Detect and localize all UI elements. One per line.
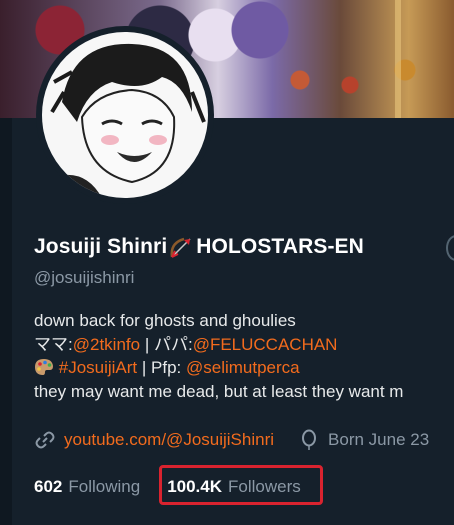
- mention-link-feluccachan[interactable]: @FELUCCACHAN: [193, 335, 338, 354]
- profile-bio: down back for ghosts and ghoulies ママ:@2t…: [34, 309, 454, 403]
- bio-mama-label: ママ:: [34, 334, 73, 354]
- banner-decoration: [395, 0, 401, 118]
- bio-papa-label: | パパ:: [140, 334, 193, 354]
- link-icon: [34, 429, 56, 451]
- display-name-suffix: HOLOSTARS-EN: [196, 235, 364, 258]
- bow-and-arrow-icon: [168, 235, 194, 259]
- website-link[interactable]: youtube.com/@JosuijiShinri: [64, 430, 274, 450]
- display-name-row: Josuiji Shinri HOLOSTARS-EN: [34, 232, 454, 262]
- following-label[interactable]: Following: [68, 477, 140, 497]
- followers-highlight-box: [159, 465, 323, 505]
- sidebar-edge: [0, 118, 12, 525]
- profile-handle: @josuijishinri: [34, 268, 135, 287]
- following-count[interactable]: 602: [34, 477, 62, 497]
- avatar-illustration: [42, 43, 208, 198]
- balloon-icon: [298, 429, 320, 451]
- avatar[interactable]: [42, 32, 208, 198]
- bio-line-2: ママ:@2tkinfo | パパ:@FELUCCACHAN: [34, 333, 454, 357]
- artist-palette-icon: [34, 358, 54, 376]
- hashtag-link-josuijiart[interactable]: #JosuijiArt: [59, 358, 137, 377]
- bio-line-3: #JosuijiArt | Pfp: @selimutperca: [34, 356, 454, 380]
- bio-line-1: down back for ghosts and ghoulies: [34, 311, 296, 330]
- display-name: Josuiji Shinri: [34, 235, 168, 258]
- bio-line-4: they may want me dead, but at least they…: [34, 381, 404, 401]
- bio-pfp-label: | Pfp:: [137, 358, 186, 377]
- profile-meta-row: youtube.com/@JosuijiShinri Born June 23: [34, 428, 454, 452]
- mention-link-2tkinfo[interactable]: @2tkinfo: [73, 335, 140, 354]
- birthday-text: Born June 23: [328, 430, 430, 449]
- mention-link-selimutperca[interactable]: @selimutperca: [186, 358, 300, 377]
